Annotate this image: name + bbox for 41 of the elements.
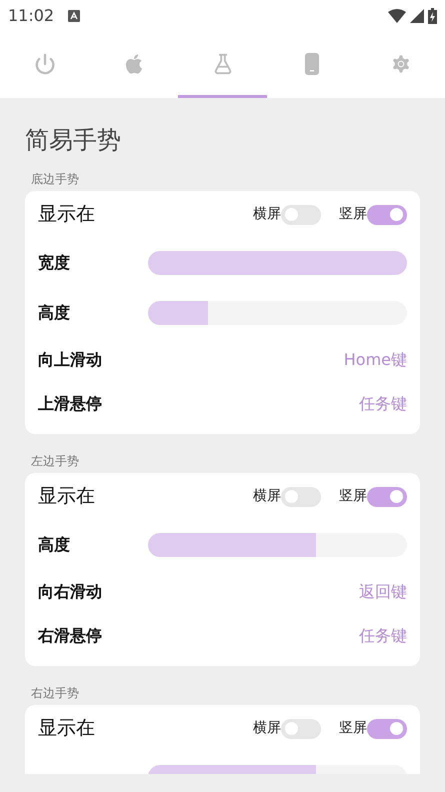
- section-title: 底边手势: [31, 171, 80, 188]
- row-label: 向右滑动: [38, 581, 102, 603]
- toggle-label: 横屏: [253, 719, 281, 738]
- row-label: 显示在: [38, 716, 95, 742]
- toggle-label: 竖屏: [339, 719, 367, 738]
- wifi-icon: [388, 9, 406, 23]
- toggle-label: 竖屏: [339, 205, 367, 224]
- power-icon: [34, 52, 56, 74]
- row-label: 显示在: [38, 202, 95, 228]
- row-label: 宽度: [38, 252, 70, 274]
- flask-icon: [212, 52, 234, 74]
- slider-track[interactable]: [148, 301, 407, 325]
- toggle-switch[interactable]: [367, 204, 407, 224]
- row-label: 高度: [38, 534, 70, 556]
- row-value[interactable]: 返回键: [359, 580, 407, 604]
- toggle-switch[interactable]: [367, 486, 407, 506]
- row-label: 右滑悬停: [38, 625, 102, 647]
- slider-track[interactable]: [148, 533, 407, 557]
- toggle-label: 竖屏: [339, 487, 367, 506]
- toggle-switch[interactable]: [281, 486, 321, 506]
- section-title: 右边手势: [31, 685, 80, 702]
- battery-icon: [428, 8, 437, 24]
- status-time: 11:02: [8, 5, 54, 27]
- phone-icon: [304, 52, 318, 74]
- toggle-switch[interactable]: [367, 718, 407, 738]
- row-value[interactable]: Home键: [344, 348, 407, 372]
- row-value[interactable]: 任务键: [359, 392, 407, 416]
- toggle-label: 横屏: [253, 487, 281, 506]
- row-label: 高度: [38, 302, 70, 324]
- toggle-switch[interactable]: [281, 204, 321, 224]
- toggle-label: 横屏: [253, 205, 281, 224]
- row-label: 上滑悬停: [38, 393, 102, 415]
- toggle-switch[interactable]: [281, 718, 321, 738]
- row-label: 显示在: [38, 484, 95, 510]
- section-title: 左边手势: [31, 453, 80, 470]
- page-title: 简易手势: [25, 125, 122, 156]
- keyboard-icon: [68, 10, 80, 22]
- slider-track[interactable]: [148, 251, 407, 275]
- signal-icon: [410, 9, 424, 23]
- row-label: 向上滑动: [38, 349, 102, 371]
- row-value[interactable]: 任务键: [359, 624, 407, 648]
